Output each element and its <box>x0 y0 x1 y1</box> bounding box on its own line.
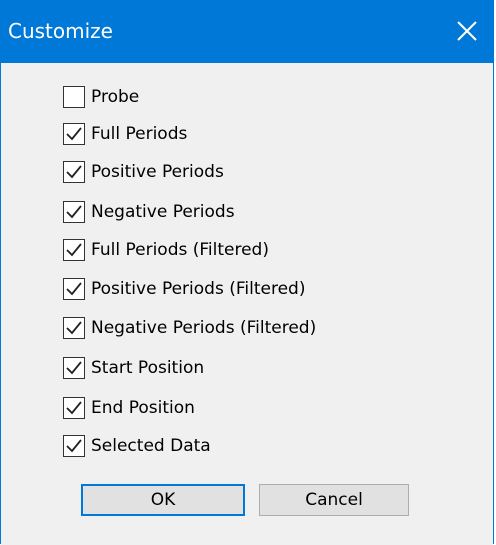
checkbox-label: Start Position <box>91 358 205 378</box>
checkmark-icon <box>66 243 82 257</box>
dialog-title: Customize <box>8 19 113 43</box>
checkbox-label: Negative Periods <box>91 202 235 222</box>
cancel-button[interactable]: Cancel <box>259 484 409 516</box>
checkbox-box[interactable] <box>63 278 85 300</box>
checkbox-negative-periods[interactable]: Negative Periods <box>63 198 235 226</box>
checkbox-positive-periods-filtered[interactable]: Positive Periods (Filtered) <box>63 275 305 303</box>
checkbox-positive-periods[interactable]: Positive Periods <box>63 158 224 186</box>
checkmark-icon <box>66 127 82 141</box>
checkmark-icon <box>66 321 82 335</box>
checkbox-full-periods[interactable]: Full Periods <box>63 120 187 148</box>
checkbox-box[interactable] <box>63 201 85 223</box>
checkmark-icon <box>66 282 82 296</box>
title-bar[interactable]: Customize <box>1 1 493 63</box>
checkbox-end-position[interactable]: End Position <box>63 394 195 422</box>
close-button[interactable] <box>441 1 493 63</box>
checkbox-box[interactable] <box>63 357 85 379</box>
checkmark-icon <box>66 205 82 219</box>
checkbox-label: Probe <box>91 87 140 107</box>
checkbox-box[interactable] <box>63 435 85 457</box>
ok-button[interactable]: OK <box>81 484 245 516</box>
checkbox-box[interactable] <box>63 239 85 261</box>
checkbox-label: Selected Data <box>91 436 211 456</box>
dialog-body: Probe Full Periods Positive Periods Nega… <box>1 63 493 545</box>
checkbox-box[interactable] <box>63 317 85 339</box>
checkmark-icon <box>66 401 82 415</box>
checkbox-label: Full Periods (Filtered) <box>91 240 269 260</box>
checkbox-label: Positive Periods <box>91 162 224 182</box>
checkbox-box[interactable] <box>63 86 85 108</box>
checkbox-label: End Position <box>91 398 195 418</box>
checkmark-icon <box>66 439 82 453</box>
customize-dialog: Customize Probe Full Periods Positive Pe… <box>0 0 494 545</box>
checkbox-label: Full Periods <box>91 124 188 144</box>
checkbox-label: Negative Periods (Filtered) <box>91 318 317 338</box>
checkbox-box[interactable] <box>63 161 85 183</box>
checkbox-probe[interactable]: Probe <box>63 83 139 111</box>
checkbox-box[interactable] <box>63 123 85 145</box>
checkbox-selected-data[interactable]: Selected Data <box>63 432 211 460</box>
checkbox-full-periods-filtered[interactable]: Full Periods (Filtered) <box>63 236 269 264</box>
checkmark-icon <box>66 165 82 179</box>
close-icon <box>457 21 477 41</box>
checkbox-box[interactable] <box>63 397 85 419</box>
checkmark-icon <box>66 361 82 375</box>
checkbox-negative-periods-filtered[interactable]: Negative Periods (Filtered) <box>63 314 316 342</box>
checkbox-label: Positive Periods (Filtered) <box>91 279 306 299</box>
checkbox-start-position[interactable]: Start Position <box>63 354 204 382</box>
